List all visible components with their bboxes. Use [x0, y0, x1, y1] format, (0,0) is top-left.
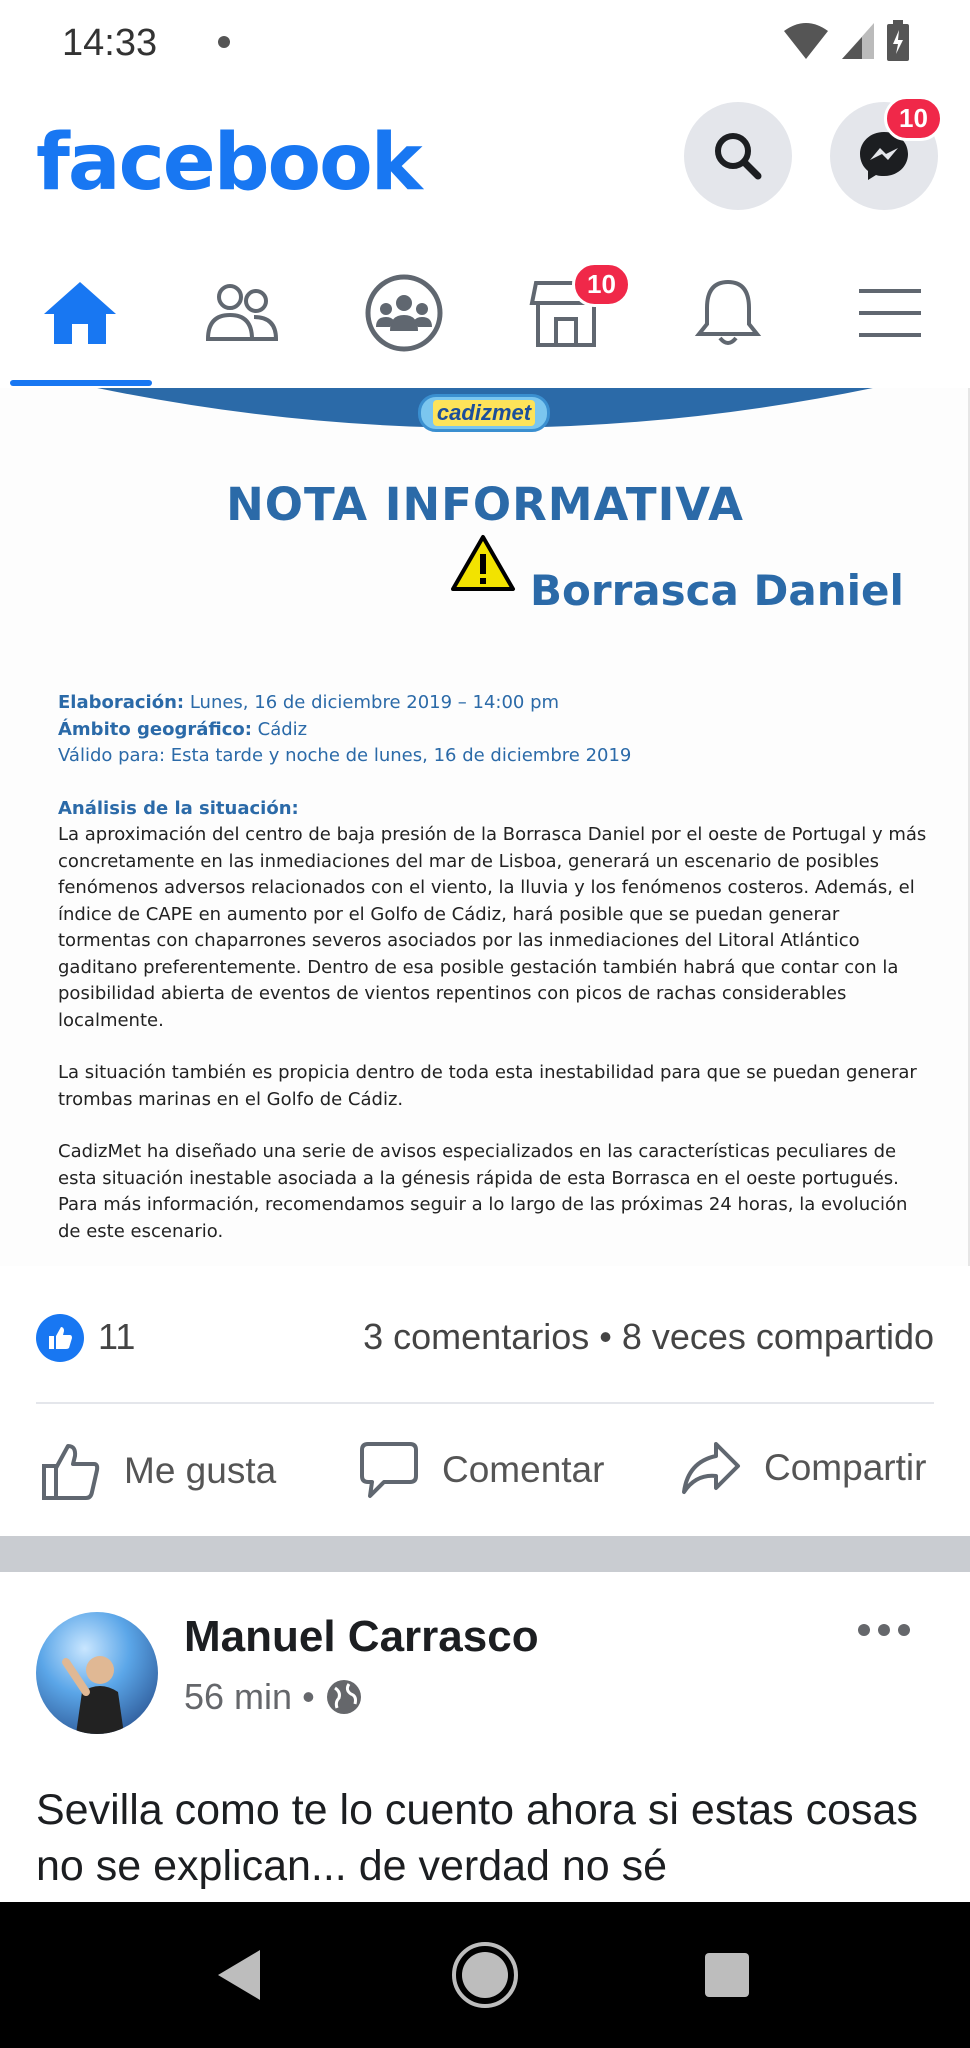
cadizmet-logo: cadizmet — [418, 394, 550, 432]
share-label: Compartir — [764, 1447, 927, 1488]
system-icons — [782, 20, 910, 62]
doc-subtitle: Borrasca Daniel — [530, 566, 904, 615]
elaboracion-value: Lunes, 16 de diciembre 2019 – 14:00 pm — [184, 692, 560, 713]
marketplace-badge: 10 — [572, 262, 631, 307]
warning-icon — [451, 535, 515, 591]
tab-groups[interactable] — [354, 268, 454, 358]
paragraph-3: CadizMet ha diseñado una serie de avisos… — [58, 1141, 908, 1242]
tab-friends[interactable] — [192, 268, 292, 358]
like-label: Me gusta — [124, 1450, 277, 1491]
analisis-label: Análisis de la situación: — [58, 797, 299, 819]
meta-separator: • — [302, 1676, 315, 1717]
share-button[interactable]: Compartir — [680, 1440, 926, 1496]
doc-body: Elaboración: Lunes, 16 de diciembre 2019… — [58, 690, 928, 1266]
friends-icon — [205, 284, 279, 341]
notification-dot-icon — [218, 36, 230, 48]
avatar-photo — [62, 1656, 124, 1734]
back-button[interactable] — [204, 1940, 274, 2010]
elaboracion-label: Elaboración: — [58, 692, 185, 713]
tab-marketplace[interactable]: 10 — [516, 262, 631, 358]
share-icon — [682, 1442, 740, 1494]
signal-icon — [842, 23, 874, 59]
search-icon — [715, 133, 762, 180]
paragraph-2: La situación también es propicia dentro … — [58, 1062, 917, 1110]
comment-label: Comentar — [442, 1449, 605, 1490]
status-bar: 14:33 — [0, 0, 970, 88]
active-tab-indicator — [10, 380, 152, 386]
post-text: Sevilla como te lo cuento ahora si estas… — [36, 1786, 918, 1890]
wifi-icon — [784, 23, 828, 59]
reactions-bar: 11 3 comentarios • 8 veces compartido — [0, 1266, 970, 1402]
system-nav-bar — [0, 1902, 970, 2048]
doc-title: NOTA INFORMATIVA — [226, 478, 744, 531]
like-count[interactable]: 11 — [98, 1316, 135, 1358]
tab-menu[interactable] — [840, 268, 940, 358]
more-options-button[interactable] — [858, 1624, 910, 1636]
post-actions: Me gusta Comentar Compartir — [0, 1404, 970, 1534]
ambito-value: Cádiz — [251, 718, 308, 740]
messenger-button[interactable]: 10 — [830, 96, 943, 210]
status-time: 14:33 — [62, 22, 158, 64]
next-post: Manuel Carrasco 56 min • Sevilla como te… — [0, 1572, 970, 1902]
post-time[interactable]: 56 min — [184, 1676, 292, 1718]
tab-bar: 10 — [0, 238, 970, 388]
like-button[interactable]: Me gusta — [40, 1440, 276, 1502]
recents-icon — [705, 1953, 749, 1997]
feed-separator — [0, 1536, 970, 1572]
home-icon — [44, 282, 116, 344]
valido-text: Válido para: Esta tarde y noche de lunes… — [58, 745, 632, 766]
post-meta: 56 min • — [184, 1676, 363, 1718]
tab-notifications[interactable] — [678, 268, 778, 358]
post-author[interactable]: Manuel Carrasco — [184, 1612, 539, 1662]
battery-icon — [887, 20, 909, 61]
back-icon — [218, 1950, 260, 2000]
avatar[interactable] — [36, 1612, 158, 1734]
messenger-badge: 10 — [884, 96, 943, 141]
post-image[interactable]: cadizmet NOTA INFORMATIVA Borrasca Danie… — [0, 388, 970, 1266]
globe-icon — [326, 1680, 361, 1714]
search-button[interactable] — [684, 102, 792, 210]
thumbs-up-icon — [49, 1327, 72, 1349]
comments-shares-count[interactable]: 3 comentarios • 8 veces compartido — [363, 1316, 934, 1358]
home-nav-button[interactable] — [450, 1940, 520, 2010]
ambito-label: Ámbito geográfico: — [58, 718, 252, 740]
thumbs-up-outline-icon — [42, 1444, 100, 1500]
comment-button[interactable]: Comentar — [358, 1440, 604, 1500]
facebook-logo[interactable]: facebook — [36, 118, 423, 208]
like-reaction-icon[interactable] — [36, 1314, 84, 1362]
tab-home[interactable] — [30, 268, 130, 358]
menu-icon — [859, 289, 921, 337]
paragraph-1: La aproximación del centro de baja presi… — [58, 824, 927, 1031]
recents-button[interactable] — [692, 1940, 762, 2010]
bell-icon — [694, 279, 762, 345]
groups-icon — [365, 274, 443, 352]
comment-icon — [360, 1442, 418, 1498]
app-header: facebook 10 — [0, 88, 970, 238]
home-circle-icon — [452, 1942, 518, 2008]
